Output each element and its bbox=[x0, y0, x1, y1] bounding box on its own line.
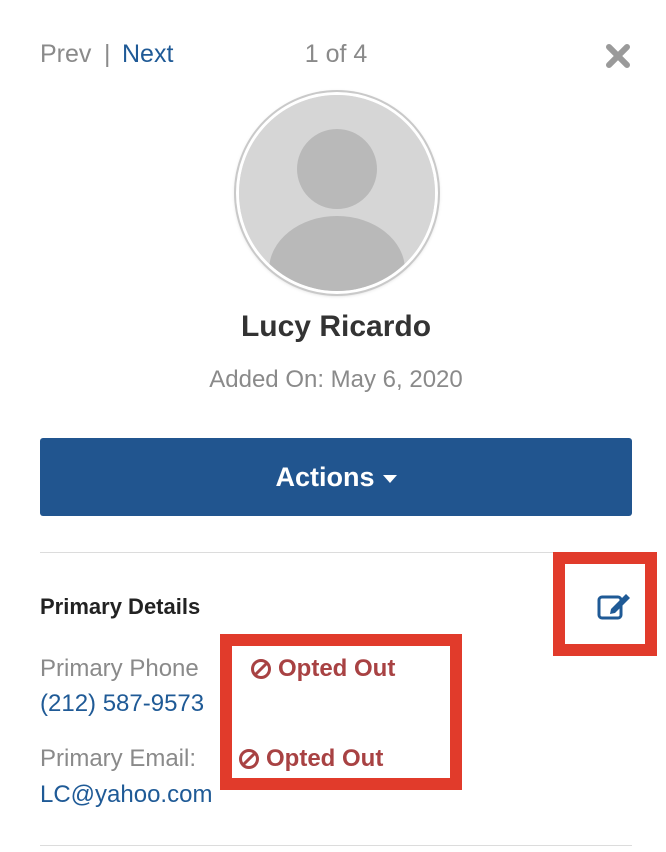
close-icon[interactable] bbox=[604, 42, 632, 70]
email-opted-out-status: Opted Out bbox=[238, 745, 383, 773]
record-counter: 1 of 4 bbox=[304, 40, 368, 68]
phone-opted-out-text: Opted Out bbox=[278, 655, 396, 682]
contact-name: Lucy Ricardo bbox=[240, 310, 432, 343]
section-title: Primary Details bbox=[40, 594, 201, 619]
added-on-date: Added On: May 6, 2020 bbox=[209, 366, 463, 393]
avatar-placeholder-icon bbox=[239, 95, 435, 291]
primary-email-value[interactable]: LC@yahoo.com bbox=[40, 781, 212, 809]
divider bbox=[40, 552, 632, 553]
actions-label: Actions bbox=[275, 461, 375, 492]
prohibited-icon bbox=[239, 749, 259, 769]
primary-phone-value[interactable]: (212) 587-9573 bbox=[40, 690, 204, 718]
edit-icon[interactable] bbox=[597, 591, 631, 621]
prohibited-icon bbox=[251, 659, 271, 679]
caret-down-icon bbox=[382, 475, 397, 483]
phone-opted-out-status: Opted Out bbox=[250, 655, 395, 683]
primary-phone-label: Primary Phone bbox=[40, 655, 199, 682]
divider bbox=[40, 845, 632, 846]
email-opted-out-text: Opted Out bbox=[266, 745, 384, 772]
actions-button[interactable]: Actions bbox=[40, 438, 632, 516]
primary-email-label: Primary Email: bbox=[40, 745, 197, 772]
avatar bbox=[236, 92, 438, 294]
